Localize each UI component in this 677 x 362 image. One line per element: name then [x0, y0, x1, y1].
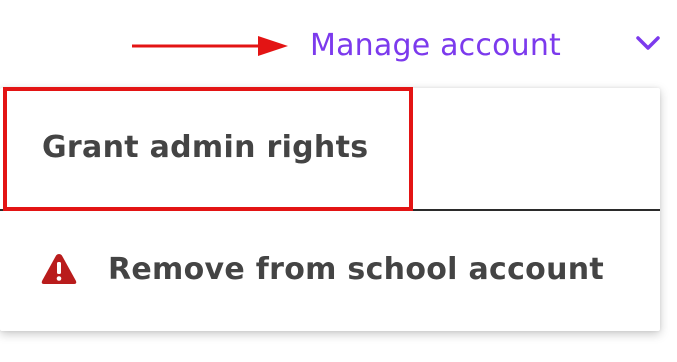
menu-item-grant-admin-rights[interactable]: Grant admin rights — [0, 88, 660, 209]
manage-account-dropdown-toggle[interactable]: Manage account — [292, 18, 672, 74]
warning-icon — [41, 254, 77, 284]
annotation-arrow — [132, 36, 288, 56]
grant-admin-rights-label: Grant admin rights — [42, 130, 369, 165]
manage-account-menu: Grant admin rights Remove from school ac… — [0, 88, 660, 331]
manage-account-label: Manage account — [310, 28, 562, 63]
menu-item-remove-from-school-account[interactable]: Remove from school account — [0, 210, 660, 331]
remove-from-school-account-label: Remove from school account — [108, 252, 605, 287]
chevron-down-icon — [636, 36, 660, 50]
